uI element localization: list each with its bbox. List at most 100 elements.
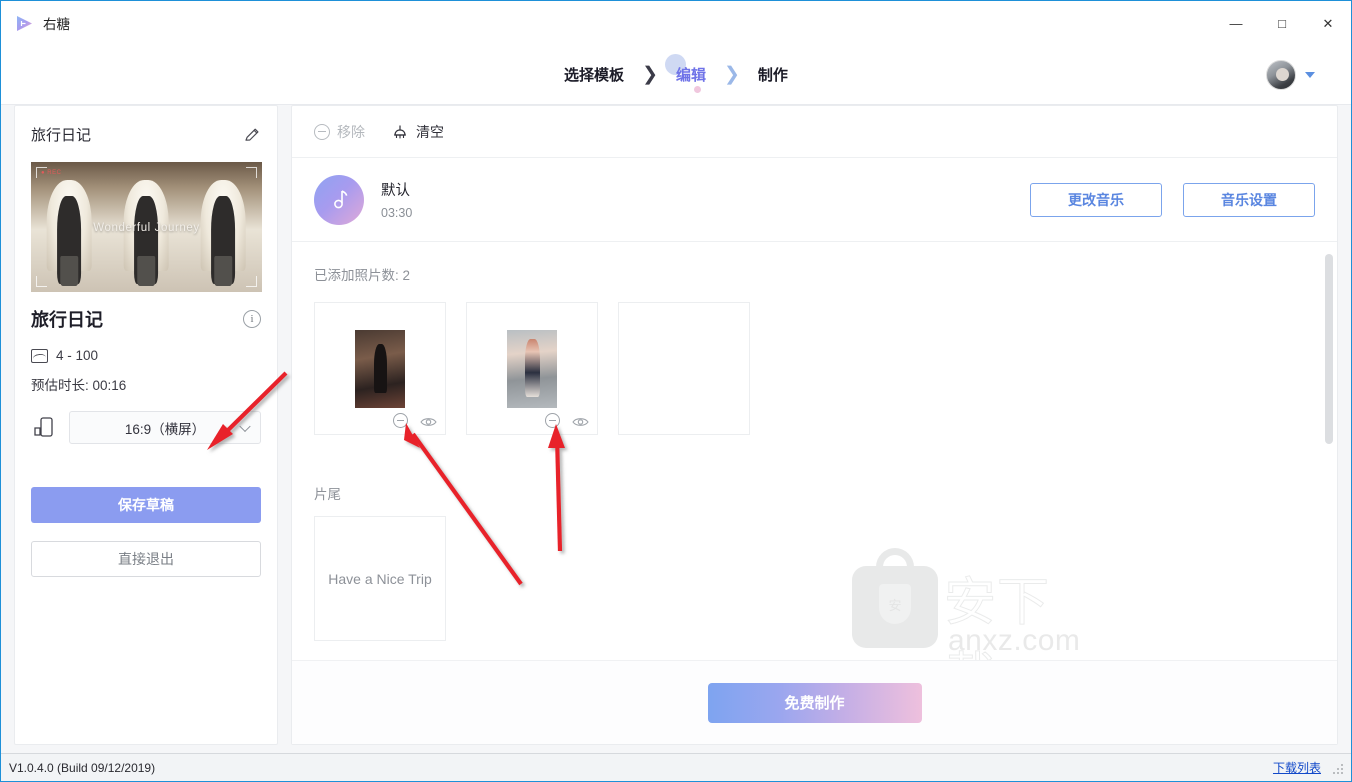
user-menu[interactable] — [1266, 59, 1315, 90]
music-cover — [314, 174, 364, 225]
photo-range-row: 4 - 100 — [31, 348, 261, 363]
title-bar: 右糖 — □ ✕ — [1, 1, 1351, 45]
photo-thumbnail — [507, 329, 557, 408]
photo-range-value: 4 - 100 — [56, 348, 99, 363]
info-icon[interactable]: i — [243, 310, 261, 328]
template-thumbnail: Wonderful Journey ● REC — [31, 162, 262, 292]
site-watermark: 安 安下载 anxz.com — [852, 548, 1092, 661]
editor-footer: 免费制作 — [292, 660, 1337, 744]
scrollbar-thumb[interactable] — [1325, 254, 1333, 444]
music-duration: 03:30 — [381, 206, 413, 220]
status-bar: V1.0.4.0 (Build 09/12/2019) 下载列表 — [1, 753, 1351, 781]
remove-button[interactable]: 移除 — [314, 122, 365, 142]
aspect-ratio-row: 16:9（横屏） — [31, 411, 261, 444]
step-list: 选择模板 ❯ 编辑 ❯ 制作 — [562, 54, 790, 93]
editor-panel: 移除 清空 默认 03:30 更改音乐 音乐设置 已添加照片数: 2 片尾 Ha… — [291, 105, 1338, 745]
viewfinder-corner-icon — [36, 276, 47, 287]
watermark-cn-text: 安下载 — [944, 573, 1051, 661]
close-icon: ✕ — [1322, 15, 1334, 31]
pencil-icon[interactable] — [243, 126, 261, 144]
download-list-link[interactable]: 下载列表 — [1273, 759, 1321, 776]
maximize-icon: □ — [1278, 15, 1286, 31]
sidebar-header: 旅行日记 — [31, 124, 261, 145]
save-draft-button[interactable]: 保存草稿 — [31, 487, 261, 523]
step-navigation: 选择模板 ❯ 编辑 ❯ 制作 — [1, 45, 1351, 105]
chevron-down-icon — [239, 420, 251, 432]
user-avatar[interactable] — [1266, 59, 1296, 90]
thumbnail-caption: Wonderful Journey — [93, 221, 200, 234]
viewfinder-corner-icon — [36, 167, 47, 178]
chevron-down-icon[interactable] — [1305, 71, 1315, 78]
watermark-shield-text: 安 — [879, 584, 911, 624]
maximize-button[interactable]: □ — [1259, 1, 1305, 45]
ending-section-label: 片尾 — [314, 487, 341, 502]
change-music-button[interactable]: 更改音乐 — [1030, 182, 1162, 217]
minus-circle-icon[interactable] — [393, 413, 408, 428]
watermark-bag-icon — [852, 566, 938, 648]
phone-rotate-icon — [31, 415, 57, 441]
app-title: 右糖 — [43, 17, 70, 32]
editor-toolbar: 移除 清空 — [292, 106, 1337, 158]
music-settings-button[interactable]: 音乐设置 — [1183, 182, 1315, 217]
clear-button[interactable]: 清空 — [391, 122, 444, 142]
duration-label: 预估时长: 00:16 — [31, 378, 127, 393]
remove-label: 移除 — [337, 123, 365, 140]
photo-card-actions — [393, 413, 437, 428]
walking-figure-icon — [134, 195, 159, 285]
minimize-button[interactable]: — — [1213, 1, 1259, 45]
watermark-url-text: anxz.com — [948, 624, 1081, 657]
project-name: 旅行日记 — [31, 310, 103, 330]
resize-grip[interactable] — [1331, 762, 1343, 774]
image-icon — [31, 348, 48, 363]
photo-slot-empty[interactable] — [618, 302, 750, 435]
minimize-icon: — — [1229, 15, 1243, 31]
aspect-ratio-value: 16:9（横屏） — [124, 421, 206, 437]
app-window: 右糖 — □ ✕ 选择模板 ❯ 编辑 ❯ 制作 旅行日记 Wonderful J… — [0, 0, 1352, 782]
photo-card[interactable] — [466, 302, 598, 435]
music-meta: 默认 03:30 — [381, 179, 412, 220]
exit-button[interactable]: 直接退出 — [31, 541, 261, 577]
music-actions: 更改音乐 音乐设置 — [1030, 182, 1315, 217]
decor-blob-small — [693, 86, 701, 93]
step-chevron-2-icon: ❯ — [724, 64, 740, 85]
make-video-button[interactable]: 免费制作 — [707, 682, 922, 723]
sidebar-title: 旅行日记 — [31, 127, 92, 144]
step-chevron-1-icon: ❯ — [642, 64, 658, 85]
status-bar-right: 下载列表 — [1273, 759, 1343, 776]
photo-card-actions — [545, 413, 589, 428]
aspect-ratio-select[interactable]: 16:9（横屏） — [69, 411, 261, 444]
eye-icon[interactable] — [572, 415, 589, 427]
photo-card[interactable] — [314, 302, 446, 435]
version-label: V1.0.4.0 (Build 09/12/2019) — [9, 760, 156, 775]
clear-label: 清空 — [416, 123, 444, 140]
project-sidebar: 旅行日记 Wonderful Journey ● REC 旅行日记 i 4 - … — [14, 105, 278, 745]
window-controls: — □ ✕ — [1213, 1, 1351, 45]
step-make[interactable]: 制作 — [756, 64, 790, 85]
content-scrollbar[interactable] — [1325, 254, 1333, 610]
broom-icon — [391, 124, 409, 140]
viewfinder-corner-icon — [246, 167, 257, 178]
viewfinder-corner-icon — [246, 276, 257, 287]
walking-figure-icon — [57, 195, 82, 285]
ending-card[interactable]: Have a Nice Trip — [314, 516, 446, 641]
eye-icon[interactable] — [420, 415, 437, 427]
minus-circle-icon[interactable] — [545, 413, 560, 428]
music-note-icon — [328, 188, 350, 212]
title-bar-left: 右糖 — [1, 13, 70, 33]
step-edit[interactable]: 编辑 — [674, 64, 708, 85]
music-row: 默认 03:30 更改音乐 音乐设置 — [292, 158, 1337, 242]
app-body: 旅行日记 Wonderful Journey ● REC 旅行日记 i 4 - … — [1, 105, 1351, 753]
minus-circle-icon — [314, 123, 330, 140]
watermark-bag-handle — [876, 548, 914, 576]
project-name-row: 旅行日记 i — [31, 306, 261, 332]
photo-count-label: 已添加照片数: 2 — [314, 268, 411, 283]
music-name: 默认 — [381, 183, 410, 199]
walking-figure-icon — [211, 195, 236, 285]
content-scroll-area: 已添加照片数: 2 片尾 Have a Nice Trip 安 安下 anxz.… — [292, 242, 1337, 660]
photo-grid — [314, 302, 1315, 435]
step-select-template[interactable]: 选择模板 — [562, 64, 626, 85]
play-triangle-icon — [15, 14, 34, 33]
step-edit-wrapper: 编辑 — [664, 54, 708, 93]
close-button[interactable]: ✕ — [1305, 1, 1351, 45]
photo-thumbnail — [355, 329, 405, 408]
